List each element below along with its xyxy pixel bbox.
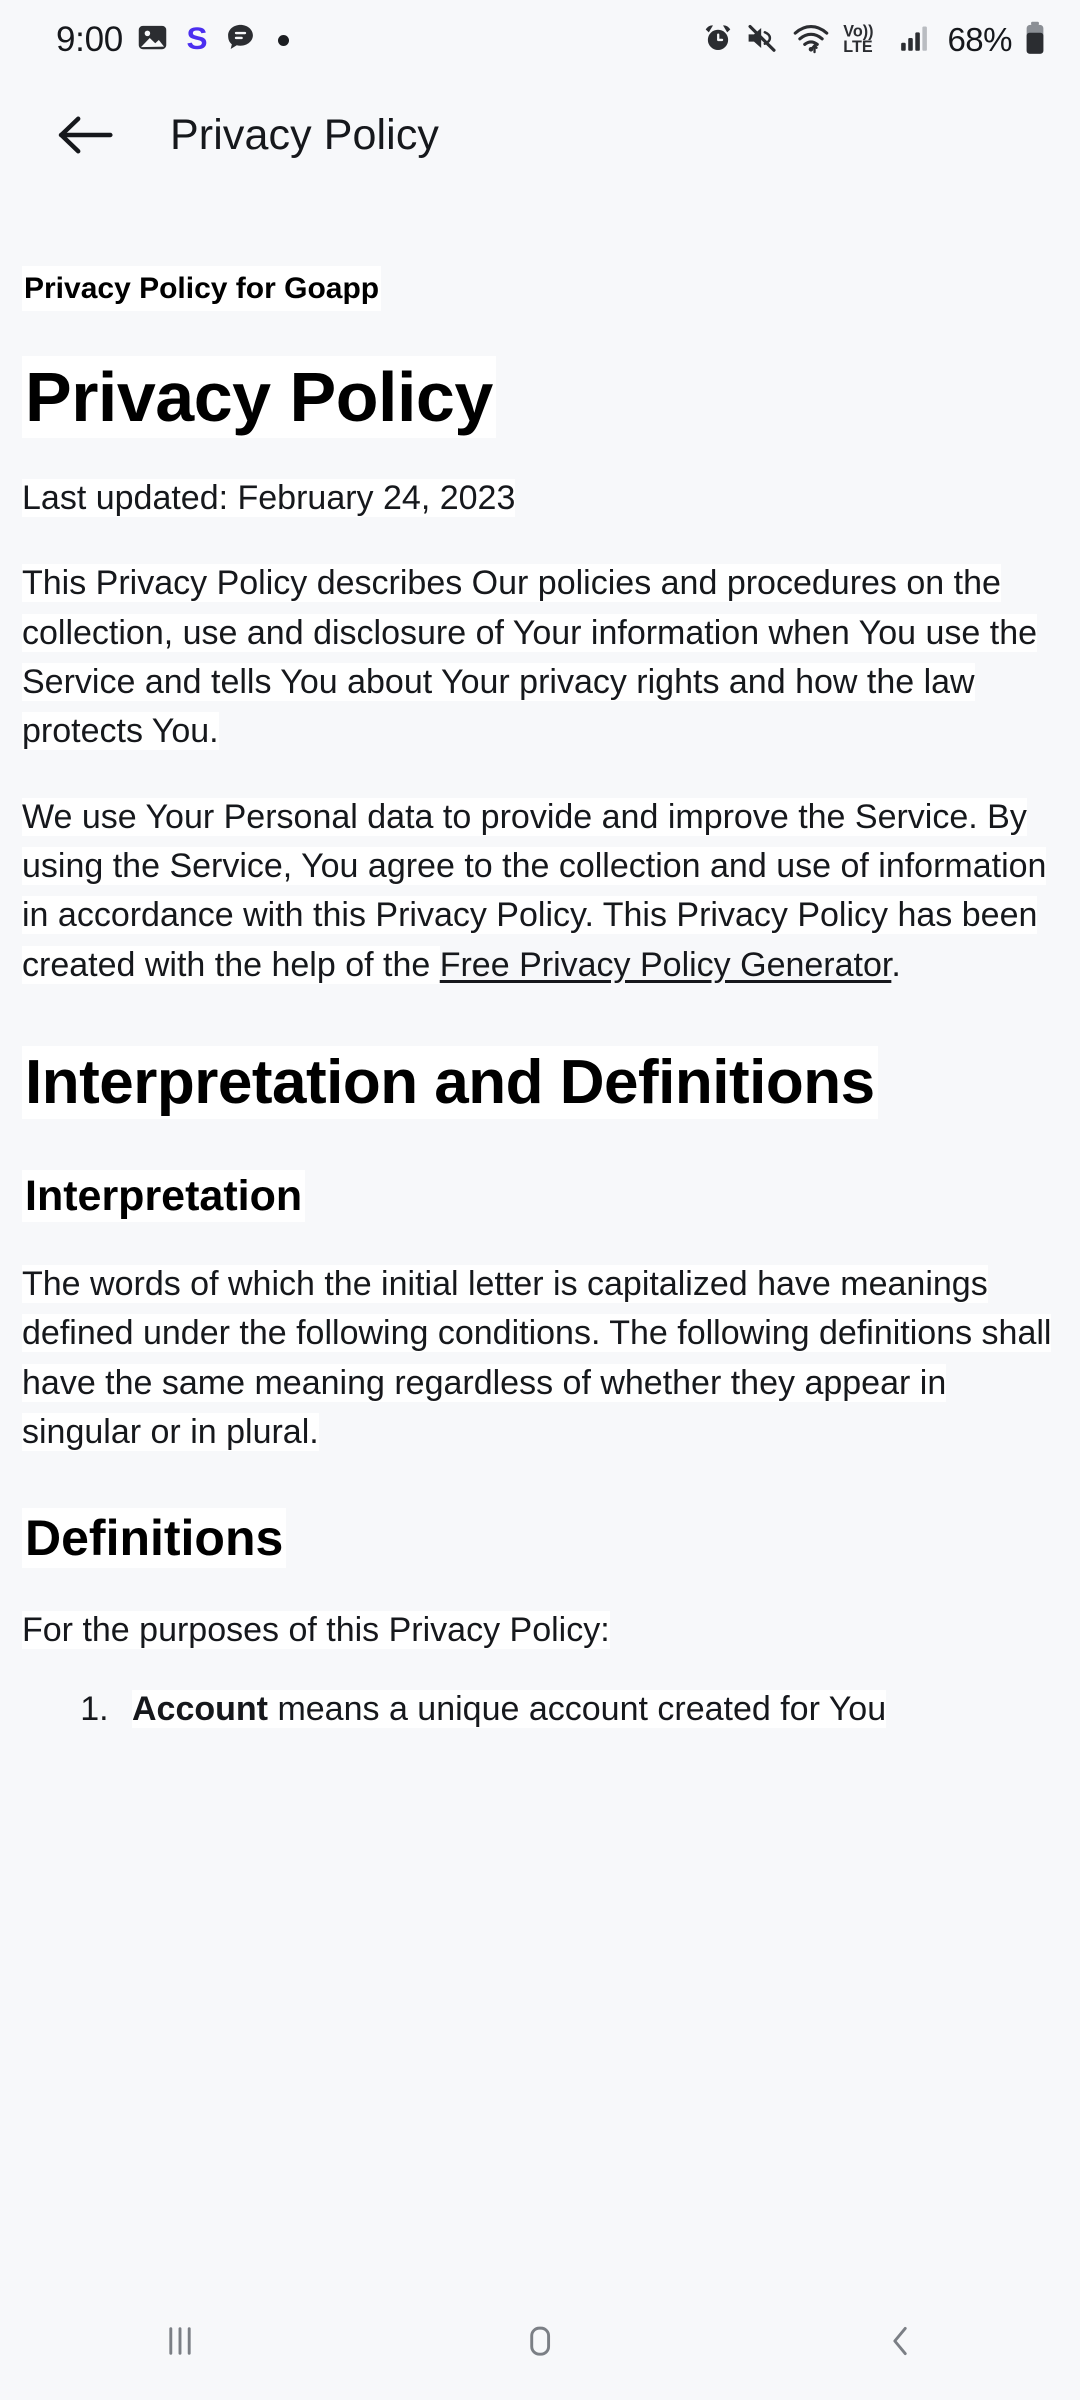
subsection-heading-interpretation: Interpretation (22, 1170, 1058, 1224)
last-updated-text: Last updated: February 24, 2023 (22, 479, 516, 518)
document-heading-1: Privacy Policy (22, 356, 1058, 438)
arrow-left-icon (58, 116, 113, 154)
status-bar-left: 9:00 S (56, 19, 289, 60)
last-updated-line: Last updated: February 24, 2023 (22, 474, 1058, 523)
volte-icon: Vo)) LTE (842, 21, 886, 60)
paragraph-personal-data-tail: . (891, 945, 901, 984)
alarm-icon (702, 22, 734, 59)
notification-dot-icon (277, 34, 289, 46)
back-arrow-button[interactable] (48, 97, 124, 173)
paragraph-interpretation-text: The words of which the initial letter is… (22, 1265, 1052, 1451)
subsection-heading-definitions-text: Definitions (22, 1508, 287, 1569)
signal-bars-icon (898, 22, 931, 59)
recent-apps-button[interactable] (85, 2282, 275, 2400)
status-clock: 9:00 (56, 20, 123, 59)
back-button[interactable] (805, 2282, 995, 2400)
list-item-rest: means a unique account created for You (268, 1689, 887, 1728)
status-bar: 9:00 S Vo)) LTE 68% (0, 0, 1080, 80)
paragraph-intro-text: This Privacy Policy describes Our polici… (22, 564, 1038, 751)
section-heading-interpretation-definitions: Interpretation and Definitions (22, 1045, 1058, 1120)
home-icon (530, 2326, 551, 2356)
subsection-heading-interpretation-text: Interpretation (22, 1170, 306, 1223)
document-heading-1-text: Privacy Policy (22, 356, 496, 438)
wifi-icon (792, 21, 830, 60)
section-heading-interpretation-definitions-text: Interpretation and Definitions (22, 1045, 878, 1119)
app-bar: Privacy Policy (0, 80, 1080, 190)
status-bar-right: Vo)) LTE 68% (702, 21, 1046, 60)
paragraph-definitions-intro: For the purposes of this Privacy Policy: (22, 1606, 1058, 1655)
home-button[interactable] (445, 2282, 635, 2400)
mute-icon (746, 22, 780, 59)
recent-apps-icon (169, 2327, 191, 2355)
message-icon (225, 22, 256, 58)
phone-screen: 9:00 S Vo)) LTE 68% Privacy Policy Priva… (0, 0, 1080, 2400)
chevron-left-icon (893, 2326, 907, 2356)
battery-icon (1024, 21, 1046, 60)
samsung-internet-icon: S (182, 19, 212, 60)
volte-bottom-text: LTE (844, 38, 874, 55)
paragraph-interpretation: The words of which the initial letter is… (22, 1260, 1058, 1457)
paragraph-personal-data: We use Your Personal data to provide and… (22, 793, 1058, 990)
paragraph-intro: This Privacy Policy describes Our polici… (22, 559, 1058, 756)
policy-content[interactable]: Privacy Policy for Goapp Privacy Policy … (0, 190, 1080, 2282)
page-title: Privacy Policy (170, 110, 440, 159)
document-subtitle: Privacy Policy for Goapp (22, 266, 382, 311)
list-item-content: Account means a unique account created f… (132, 1689, 887, 1728)
battery-percent-label: 68% (947, 21, 1012, 58)
paragraph-definitions-intro-text: For the purposes of this Privacy Policy: (22, 1610, 610, 1649)
free-privacy-policy-generator-link[interactable]: Free Privacy Policy Generator (440, 946, 892, 984)
list-item: Account means a unique account created f… (118, 1685, 1058, 1734)
svg-text:S: S (186, 21, 207, 55)
list-item-term: Account (132, 1689, 268, 1728)
definitions-list: Account means a unique account created f… (22, 1685, 1058, 1734)
photo-icon (136, 21, 169, 59)
subsection-heading-definitions: Definitions (22, 1507, 1058, 1570)
system-navigation-bar (0, 2282, 1080, 2400)
